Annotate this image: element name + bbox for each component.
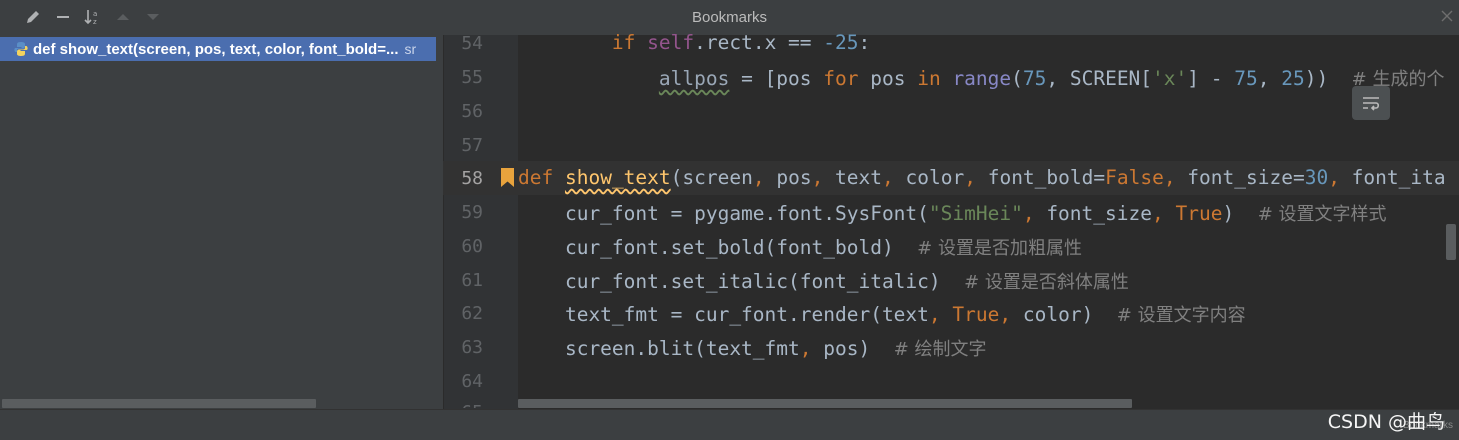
code-text: , SCREEN[ [1046,67,1153,90]
code-text: = [pos [729,67,824,90]
number: -25 [823,31,859,54]
code-text: pos [764,166,812,189]
comment: # 设置文字内容 [1116,305,1246,326]
code-line: allpos = [pos for pos in range(75, SCREE… [518,65,1445,91]
line-number: 61 [461,270,483,291]
code-text: font_bold= [975,166,1106,189]
code-text: : [858,31,871,54]
line-number: 59 [461,202,483,223]
soft-wrap-icon [1363,97,1380,111]
function-name: show_text [564,166,671,189]
code-line: cur_font.set_bold(font_bold) # 设置是否加粗属性 [518,234,1082,260]
code-text: color) [1011,303,1117,326]
line-number: 64 [461,371,483,392]
number: 75 [1234,67,1258,90]
keyword: def [518,166,554,189]
keyword: True [1175,202,1223,225]
code-text: font_size [1034,202,1152,225]
editor-vertical-scrollbar-thumb[interactable] [1446,224,1456,260]
punctuation: , [1151,202,1164,225]
code-text: ] - [1187,67,1235,90]
comment: # 设置是否加粗属性 [917,238,1082,259]
watermark: CSDN @曲鸟 [1327,411,1445,433]
line-number: 62 [461,303,483,324]
status-bar [0,409,1459,440]
line-number: 56 [461,101,483,122]
keyword: False [1105,166,1164,189]
code-text: text [823,166,883,189]
code-line: text_fmt = cur_font.render(text, True, c… [518,301,1246,327]
punctuation: , [1163,166,1176,189]
editor-horizontal-scrollbar-thumb[interactable] [518,399,1132,408]
code-text: ) [1222,202,1258,225]
line-number: 63 [461,337,483,358]
punctuation: , [811,166,824,189]
code-text: font_size= [1175,166,1305,189]
bookmark-label: def show_text(screen, pos, text, color, … [33,40,399,58]
punctuation: , [799,337,812,360]
code-text: screen.blit(text_fmt [518,337,800,360]
number: 30 [1304,166,1329,189]
code-text: cur_font.set_bold(font_bold) [518,236,918,259]
string: "SimHei" [928,202,1023,225]
code-text: cur_font.set_italic(font_italic) [518,270,965,293]
keyword: True [952,303,1000,326]
punctuation: , [999,303,1012,326]
keyword: for [823,67,859,90]
comment: # 绘制文字 [893,339,987,360]
comment: # 设置是否斜体属性 [964,272,1129,293]
self-token: self [647,31,695,54]
code-line: screen.blit(text_fmt, pos) # 绘制文字 [518,335,987,361]
code-text: pos [858,67,918,90]
code-text: (screen [670,166,753,189]
code-line: if self.rect.x == -25: [518,31,870,54]
unused-variable: allpos [658,67,730,90]
code-text: .rect.x == [694,31,824,54]
number: 75 [1022,67,1047,90]
code-text: )) [1304,67,1352,90]
code-line: def show_text(screen, pos, text, color, … [518,166,1446,189]
code-text: cur_font = pygame.font.SysFont( [518,202,929,225]
close-button[interactable] [1441,9,1453,27]
keyword: if [611,31,636,54]
left-scrollbar-thumb[interactable] [2,399,316,408]
code-text: font_ita [1339,166,1446,189]
code-line: cur_font = pygame.font.SysFont("SimHei",… [518,200,1387,226]
line-number: 55 [461,67,483,88]
punctuation: , [752,166,765,189]
code-line: cur_font.set_italic(font_italic) # 设置是否斜… [518,268,1129,294]
bookmark-item[interactable]: def show_text(screen, pos, text, color, … [0,37,436,61]
punctuation: , [882,166,894,189]
python-file-icon [14,42,28,56]
code-text: ( [1011,67,1023,90]
line-number: 57 [461,135,483,156]
punctuation: , [964,166,976,189]
bookmark-file: sr [404,41,417,57]
code-text: pos) [811,337,894,360]
line-number: 60 [461,236,483,257]
code-text: color [893,166,965,189]
code-text: , [1257,67,1282,90]
punctuation: , [928,303,941,326]
bookmark-flag-icon[interactable] [501,168,514,187]
line-number: 65 [443,402,483,408]
number: 25 [1281,67,1305,90]
line-number: 54 [461,33,483,54]
keyword: in [917,67,941,90]
bookmarks-panel: def show_text(screen, pos, text, color, … [0,35,443,409]
soft-wrap-button[interactable] [1352,86,1390,120]
comment: # 设置文字样式 [1257,204,1387,225]
punctuation: , [1328,166,1340,189]
window-title: Bookmarks [691,9,768,26]
close-icon [1441,10,1453,22]
line-number-active: 58 [461,168,483,189]
punctuation: , [1022,202,1035,225]
string: 'x' [1152,67,1188,90]
code-text: text_fmt = cur_font.render(text [518,303,929,326]
builtin: range [952,67,1012,90]
